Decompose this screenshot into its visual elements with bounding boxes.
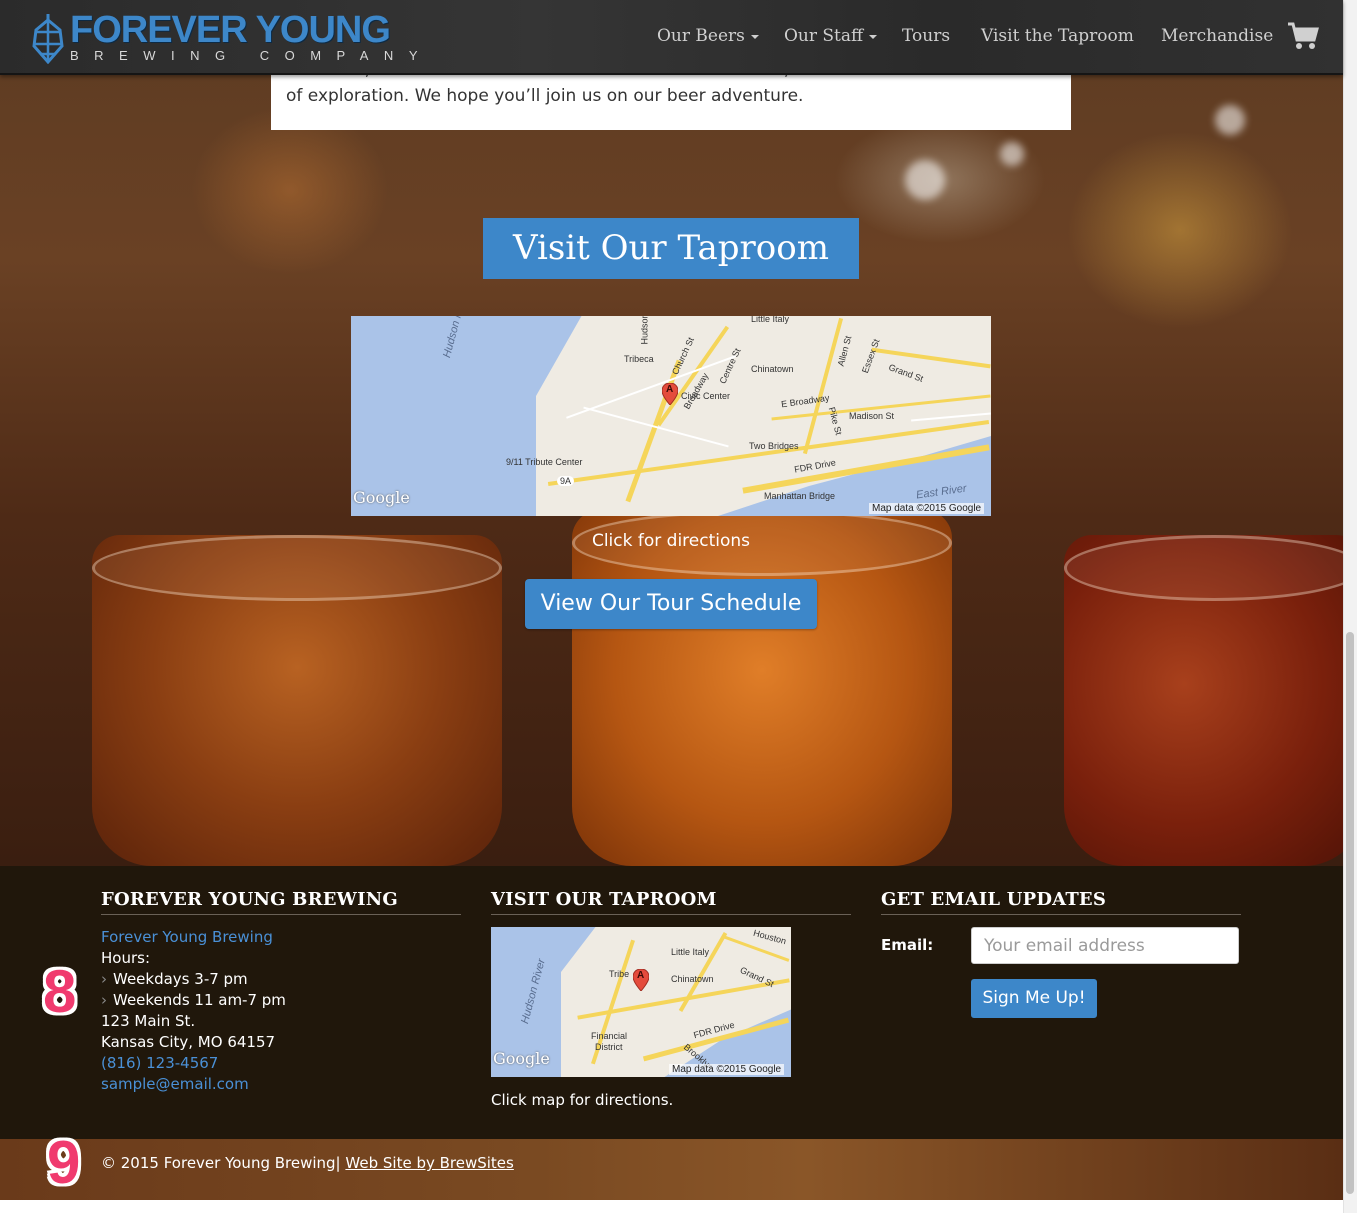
beer-glass [92, 535, 502, 866]
nav-tours[interactable]: Tours [902, 24, 950, 48]
email-label: Email: [881, 936, 934, 954]
beer-glass [1064, 535, 1343, 866]
annotation-badge-8: 8 [43, 958, 77, 1025]
footer-title-email-updates: GET EMAIL UPDATES [881, 888, 1241, 915]
map-water-label: East River [915, 482, 968, 502]
map-water-label: Hudson River [441, 316, 470, 360]
map-label: Little Italy [751, 316, 790, 324]
directions-caption[interactable]: Click for directions [540, 529, 802, 553]
scrollbar-thumb[interactable] [1346, 632, 1354, 1194]
map-label: Little Italy [671, 947, 710, 957]
shopping-cart-icon[interactable] [1287, 20, 1319, 52]
google-logo: Google [493, 1049, 550, 1068]
map-label: Civic Center [681, 391, 731, 401]
hop-icon [32, 14, 64, 64]
section-title-visit-taproom: Visit Our Taproom [483, 218, 859, 279]
map-water-label: Hudson River [519, 957, 548, 1026]
hours-weekdays: › Weekdays 3-7 pm [101, 969, 248, 990]
hours-weekdays-text: Weekdays 3-7 pm [113, 970, 248, 988]
email-input[interactable] [971, 927, 1239, 964]
phone-link[interactable]: (816) 123-4567 [101, 1053, 218, 1074]
map-label: Manhattan Bridge [764, 491, 836, 501]
hours-weekends: › Weekends 11 am-7 pm [101, 990, 286, 1011]
map-route-shield: 9A [557, 476, 575, 486]
address-line-2: Kansas City, MO 64157 [101, 1033, 276, 1051]
copyright-text: © 2015 Forever Young Brewing| [101, 1154, 341, 1172]
taproom-map[interactable]: Hudson River East River Tribeca Church S… [351, 316, 991, 516]
footer: FOREVER YOUNG BREWING VISIT OUR TAPROOM … [0, 866, 1343, 1139]
map-label: District [595, 1042, 623, 1052]
map-label: Chinatown [751, 364, 794, 374]
annotation-badge-9: 9 [47, 1129, 81, 1196]
logo-subtitle: BREWING COMPANY [70, 48, 433, 63]
map-attribution: Map data ©2015 Google [869, 503, 985, 514]
address-line-1: 123 Main St. [101, 1012, 196, 1030]
beer-glass [572, 510, 952, 866]
map-attribution: Map data ©2015 Google [669, 1064, 785, 1075]
nav-our-staff[interactable]: Our Staff [784, 24, 878, 48]
map-label: Madison St [849, 411, 895, 421]
hours-weekends-text: Weekends 11 am-7 pm [113, 991, 286, 1009]
nav-our-staff-label: Our Staff [784, 26, 864, 46]
chevron-right-icon: › [101, 970, 107, 988]
footer-title-brewing: FOREVER YOUNG BREWING [101, 888, 461, 915]
brewsites-credit-link[interactable]: Web Site by BrewSites [345, 1154, 513, 1172]
copyright: © 2015 Forever Young Brewing| Web Site b… [101, 1153, 514, 1174]
chevron-right-icon: › [101, 991, 107, 1009]
nav-our-beers[interactable]: Our Beers [657, 24, 759, 48]
hours-label: Hours: [101, 949, 150, 967]
map-marker-label: A [666, 384, 674, 395]
footer-map-caption[interactable]: Click map for directions. [491, 1090, 673, 1111]
site-logo[interactable]: FOREVER YOUNG BREWING COMPANY [30, 8, 433, 66]
bokeh-light [905, 160, 945, 200]
map-marker-label: A [637, 970, 645, 981]
map-label: Chinatown [671, 974, 714, 984]
bokeh-light [1000, 142, 1024, 166]
logo-wordmark: FOREVER YOUNG [70, 9, 391, 51]
nav-visit-the-taproom[interactable]: Visit the Taproom [981, 24, 1134, 48]
nav-our-beers-label: Our Beers [657, 26, 745, 46]
top-navbar: FOREVER YOUNG BREWING COMPANY Our Beers … [0, 0, 1343, 75]
email-link[interactable]: sample@email.com [101, 1074, 249, 1095]
caret-down-icon [750, 34, 759, 39]
map-label: Tribe [609, 969, 630, 979]
caret-down-icon [869, 34, 878, 39]
footer-taproom-map[interactable]: Hudson River Little Italy Tribe Chinatow… [491, 927, 791, 1077]
footer-title-taproom: VISIT OUR TAPROOM [491, 888, 851, 915]
google-logo: Google [353, 488, 410, 507]
bokeh-light [1215, 105, 1245, 135]
about-text-line: of exploration. We hope you’ll join us o… [286, 86, 804, 106]
brewery-name-link[interactable]: Forever Young Brewing [101, 927, 273, 948]
nav-merchandise[interactable]: Merchandise [1161, 24, 1273, 48]
map-label: Hudson [639, 316, 650, 345]
sign-me-up-button[interactable]: Sign Me Up! [971, 979, 1097, 1018]
map-label: 9/11 Tribute Center [506, 457, 583, 467]
map-label: Financial [591, 1031, 628, 1041]
view-tour-schedule-button[interactable]: View Our Tour Schedule [525, 579, 817, 629]
map-label: Two Bridges [749, 441, 799, 451]
map-label: Tribeca [624, 354, 654, 364]
